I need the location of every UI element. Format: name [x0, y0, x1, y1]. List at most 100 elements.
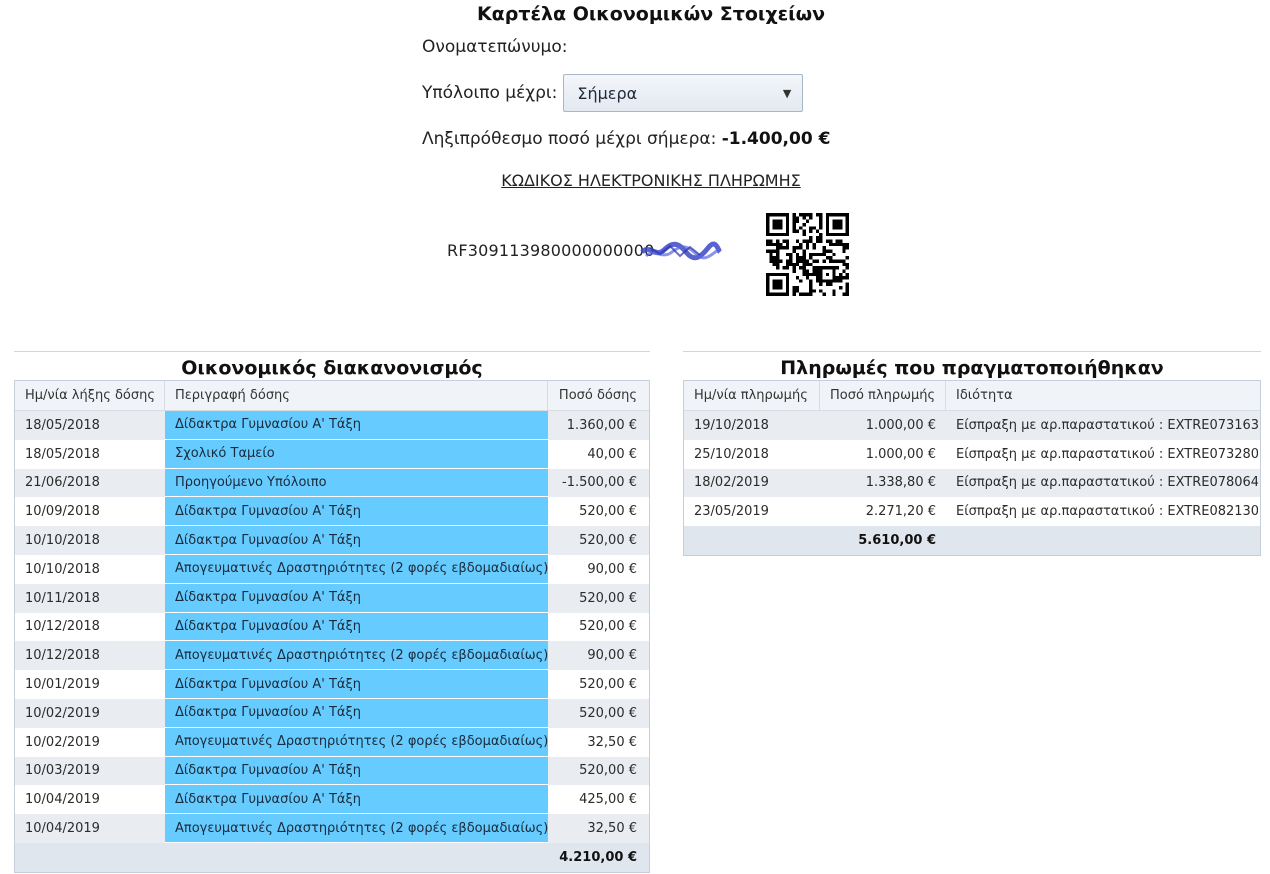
table-row[interactable]: 25/10/2018 1.000,00 € Είσπραξη με αρ.παρασ…: [684, 439, 1260, 469]
total-spacer: [946, 526, 1258, 555]
due-date-cell: 18/05/2018: [25, 446, 100, 462]
balance-until-label: Υπόλοιπο μέχρι:: [422, 83, 558, 103]
payments-title: Πληρωμές που πραγματοποιήθηκαν: [683, 351, 1261, 379]
page-title: Καρτέλα Οικονομικών Στοιχείων: [476, 3, 826, 25]
description-cell: Δίδακτρα Γυμνασίου Α' Τάξη: [165, 612, 548, 642]
due-date-cell: 10/11/2018: [25, 590, 100, 606]
amount-cell: 90,00 €: [587, 648, 637, 664]
payment-type-cell: Είσπραξη με αρ.παραστατικού : EXTRE07328…: [956, 446, 1258, 462]
payment-type-cell: Είσπραξη με αρ.παραστατικού : EXTRE07806…: [956, 475, 1258, 491]
amount-cell: 520,00 €: [579, 504, 637, 520]
arrangement-title: Οικονομικός διακανονισμός: [14, 351, 650, 379]
table-row[interactable]: 19/10/2018 1.000,00 € Είσπραξη με αρ.παρασ…: [684, 411, 1260, 440]
amount-cell: 520,00 €: [579, 590, 637, 606]
table-row[interactable]: 10/04/2019 Απογευματινές Δραστηριότητες (…: [15, 814, 649, 843]
payment-amount-cell: 1.338,80 €: [865, 475, 936, 491]
payment-date-cell: 19/10/2018: [694, 417, 769, 433]
amount-cell: 32,50 €: [587, 821, 637, 837]
arrangement-header-row: Ημ/νία λήξης δόσης Περιγραφή δόσης Ποσό …: [15, 381, 649, 411]
table-row[interactable]: 21/06/2018 Προηγούμενο Υπόλοιπο -1.500,00 …: [15, 468, 649, 498]
table-row[interactable]: 10/09/2018 Δίδακτρα Γυμνασίου Α' Τάξη 520,…: [15, 497, 649, 527]
payment-date-cell: 23/05/2019: [694, 504, 769, 520]
qr-code-icon: [766, 213, 849, 296]
due-date-cell: 10/12/2018: [25, 619, 100, 635]
description-cell: Απογευματινές Δραστηριότητες (2 φορές εβ…: [165, 727, 548, 757]
payment-date-cell: 18/02/2019: [694, 475, 769, 491]
payment-amount-cell: 2.271,20 €: [865, 504, 936, 520]
chevron-down-icon: ▼: [782, 86, 792, 100]
table-row[interactable]: 10/04/2019 Δίδακτρα Γυμνασίου Α' Τάξη 425,…: [15, 785, 649, 815]
amount-cell: 520,00 €: [579, 677, 637, 693]
description-cell: Προηγούμενο Υπόλοιπο: [165, 468, 548, 498]
amount-cell: 520,00 €: [579, 533, 637, 549]
due-date-cell: 10/02/2019: [25, 734, 100, 750]
due-date-cell: 10/03/2019: [25, 763, 100, 779]
column-header-amount[interactable]: Ποσό δόσης: [548, 381, 647, 410]
column-header-payment-amount[interactable]: Ποσό πληρωμής: [820, 381, 946, 410]
amount-cell: 32,50 €: [587, 734, 637, 750]
payments-header-row: Ημ/νία πληρωμής Ποσό πληρωμής Ιδιότητα: [684, 381, 1260, 411]
table-row[interactable]: 18/05/2018 Δίδακτρα Γυμνασίου Α' Τάξη 1.36…: [15, 411, 649, 440]
rf-payment-code: RF309113980000000000: [447, 241, 655, 260]
description-cell: Δίδακτρα Γυμνασίου Α' Τάξη: [165, 756, 548, 786]
due-date-cell: 10/04/2019: [25, 792, 100, 808]
table-row[interactable]: 18/02/2019 1.338,80 € Είσπραξη με αρ.παρασ…: [684, 468, 1260, 498]
arrangement-total-row: 4.210,00 €: [15, 842, 649, 872]
balance-until-value: Σήμερα: [577, 83, 638, 103]
column-header-description[interactable]: Περιγραφή δόσης: [165, 381, 548, 410]
table-row[interactable]: 23/05/2019 2.271,20 € Είσπραξη με αρ.παρασ…: [684, 497, 1260, 527]
total-spacer: [684, 526, 820, 555]
table-row[interactable]: 10/11/2018 Δίδακτρα Γυμνασίου Α' Τάξη 520,…: [15, 583, 649, 613]
description-cell: Δίδακτρα Γυμνασίου Α' Τάξη: [165, 411, 548, 440]
total-spacer: [165, 843, 548, 872]
table-row[interactable]: 10/12/2018 Απογευματινές Δραστηριότητες (…: [15, 641, 649, 671]
amount-cell: 40,00 €: [587, 446, 637, 462]
amount-cell: 425,00 €: [579, 792, 637, 808]
payments-total-amount: 5.610,00 €: [858, 533, 936, 549]
table-row[interactable]: 10/03/2019 Δίδακτρα Γυμνασίου Α' Τάξη 520,…: [15, 756, 649, 786]
table-row[interactable]: 10/02/2019 Δίδακτρα Γυμνασίου Α' Τάξη 520,…: [15, 698, 649, 728]
table-row[interactable]: 10/01/2019 Δίδακτρα Γυμνασίου Α' Τάξη 520,…: [15, 670, 649, 699]
table-row[interactable]: 10/10/2018 Δίδακτρα Γυμνασίου Α' Τάξη 520,…: [15, 526, 649, 555]
payment-amount-cell: 1.000,00 €: [865, 417, 936, 433]
due-date-cell: 10/12/2018: [25, 648, 100, 664]
overdue-amount-value: -1.400,00 €: [721, 129, 831, 149]
payments-grid: Ημ/νία πληρωμής Ποσό πληρωμής Ιδιότητα 1…: [683, 380, 1261, 556]
description-cell: Σχολικό Ταμείο: [165, 439, 548, 469]
amount-cell: 1.360,00 €: [566, 417, 637, 433]
balance-until-row: Υπόλοιπο μέχρι: Σήμερα ▼: [422, 74, 804, 112]
due-date-cell: 10/09/2018: [25, 504, 100, 520]
total-spacer: [15, 843, 165, 872]
due-date-cell: 10/02/2019: [25, 705, 100, 721]
description-cell: Απογευματινές Δραστηριότητες (2 φορές εβ…: [165, 814, 548, 843]
amount-cell: 90,00 €: [587, 561, 637, 577]
payment-date-cell: 25/10/2018: [694, 446, 769, 462]
amount-cell: 520,00 €: [579, 705, 637, 721]
table-row[interactable]: 18/05/2018 Σχολικό Ταμείο 40,00 €: [15, 439, 649, 469]
description-cell: Δίδακτρα Γυμνασίου Α' Τάξη: [165, 526, 548, 555]
table-row[interactable]: 10/12/2018 Δίδακτρα Γυμνασίου Α' Τάξη 520,…: [15, 612, 649, 642]
description-cell: Δίδακτρα Γυμνασίου Α' Τάξη: [165, 583, 548, 613]
table-row[interactable]: 10/02/2019 Απογευματινές Δραστηριότητες (…: [15, 727, 649, 757]
description-cell: Δίδακτρα Γυμνασίου Α' Τάξη: [165, 497, 548, 527]
table-row[interactable]: 10/10/2018 Απογευματινές Δραστηριότητες (…: [15, 554, 649, 584]
description-cell: Απογευματινές Δραστηριότητες (2 φορές εβ…: [165, 641, 548, 671]
column-header-payment-date[interactable]: Ημ/νία πληρωμής: [684, 381, 820, 410]
electronic-payment-code-link[interactable]: ΚΩΔΙΚΟΣ ΗΛΕΚΤΡΟΝΙΚΗΣ ΠΛΗΡΩΜΗΣ: [0, 171, 1270, 190]
payment-type-cell: Είσπραξη με αρ.παραστατικού : EXTRE08213…: [956, 504, 1258, 520]
balance-until-select[interactable]: Σήμερα ▼: [563, 74, 804, 112]
arrangement-grid: Ημ/νία λήξης δόσης Περιγραφή δόσης Ποσό …: [14, 380, 650, 873]
column-header-due-date[interactable]: Ημ/νία λήξης δόσης: [15, 381, 165, 410]
payment-amount-cell: 1.000,00 €: [865, 446, 936, 462]
description-cell: Δίδακτρα Γυμνασίου Α' Τάξη: [165, 698, 548, 728]
description-cell: Δίδακτρα Γυμνασίου Α' Τάξη: [165, 785, 548, 815]
arrangement-total-amount: 4.210,00 €: [559, 849, 637, 865]
redaction-scribble: [640, 241, 722, 261]
column-header-payment-type[interactable]: Ιδιότητα: [946, 381, 1258, 410]
due-date-cell: 18/05/2018: [25, 417, 100, 433]
amount-cell: 520,00 €: [579, 619, 637, 635]
due-date-cell: 10/10/2018: [25, 533, 100, 549]
amount-cell: 520,00 €: [579, 763, 637, 779]
overdue-amount-label: Ληξιπρόθεσμο ποσό μέχρι σήμερα:: [422, 129, 717, 149]
due-date-cell: 21/06/2018: [25, 475, 100, 491]
